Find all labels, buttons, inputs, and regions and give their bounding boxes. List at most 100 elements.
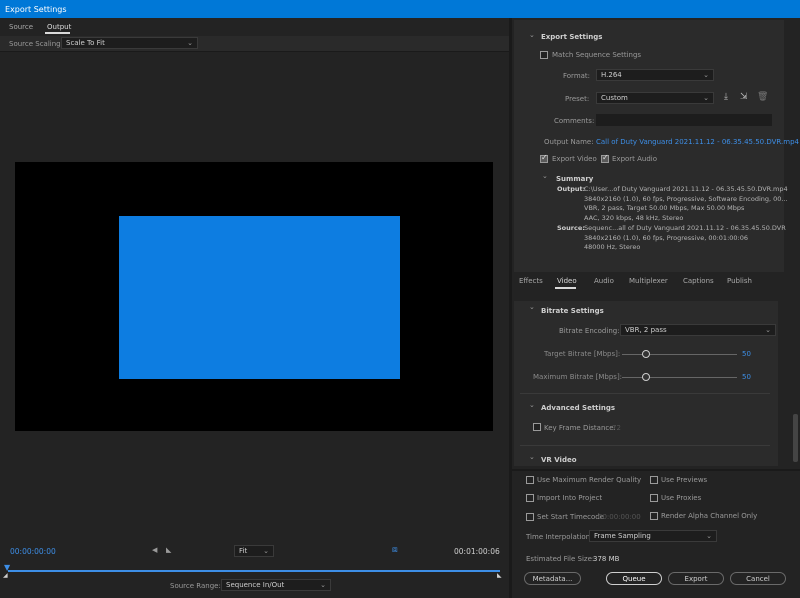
delete-preset-icon[interactable]: 🗑 [757,92,768,102]
export-video-checkbox[interactable] [540,153,548,163]
tab-publish[interactable]: Publish [727,277,752,285]
tab-video-underline [555,287,576,289]
export-audio-checkbox[interactable] [601,153,609,163]
video-settings-panel: ⌄ Bitrate Settings Bitrate Encoding: VBR… [514,301,778,466]
render-alpha-label: Render Alpha Channel Only [661,512,758,520]
summary-output-label: Output: [557,185,586,193]
import-into-project-checkbox[interactable] [526,494,534,502]
export-settings-panel: ⌄ Export Settings Match Sequence Setting… [514,20,799,272]
end-timecode: 00:01:00:06 [454,547,500,556]
collapse-chevron-icon[interactable]: ⌄ [529,453,535,461]
export-button[interactable]: Export [668,572,724,585]
source-range-value: Sequence In/Out [226,581,285,589]
mark-in-icon[interactable]: ◀ [152,546,157,554]
tab-effects[interactable]: Effects [519,277,543,285]
key-frame-value[interactable]: 72 [612,424,621,432]
format-label: Format: [563,72,591,80]
cancel-button[interactable]: Cancel [730,572,786,585]
export-video-label: Export Video [552,155,597,163]
preset-value: Custom [601,94,628,102]
in-point-icon[interactable]: ◢ [3,572,8,579]
zoom-value: Fit [239,547,248,555]
import-preset-icon[interactable]: ⇲ [740,92,748,102]
metadata-button[interactable]: Metadata... [524,572,581,585]
options-divider [512,469,800,471]
advanced-settings-header: Advanced Settings [541,404,616,412]
time-interpolation-label: Time Interpolation: [526,533,593,541]
set-start-timecode-label: Set Start Timecode [537,513,605,521]
match-sequence-checkbox[interactable] [540,51,548,59]
start-timecode-value[interactable]: 00:00:00:00 [598,513,641,521]
time-interpolation-value: Frame Sampling [594,532,651,540]
tab-output[interactable]: Output [47,23,71,31]
tab-audio[interactable]: Audio [594,277,614,285]
mark-out-icon[interactable]: ◣ [166,546,171,554]
set-poster-frame-icon[interactable]: ⧈ [392,545,398,555]
collapse-chevron-icon[interactable]: ⌄ [529,303,535,311]
collapse-chevron-icon[interactable]: ⌄ [529,401,535,409]
use-proxies-label: Use Proxies [661,494,702,502]
bitrate-encoding-value: VBR, 2 pass [625,326,667,334]
max-bitrate-value[interactable]: 50 [742,373,751,381]
render-alpha-checkbox[interactable] [650,512,658,520]
source-scaling-dropdown[interactable]: Scale To Fit ⌄ [61,37,198,49]
tab-source[interactable]: Source [9,23,33,31]
use-previews-label: Use Previews [661,476,708,484]
save-preset-icon[interactable]: ⤓ [724,92,728,102]
summary-header: Summary [556,175,594,183]
target-bitrate-label: Target Bitrate [Mbps]: [544,350,621,358]
max-bitrate-knob[interactable] [642,373,650,381]
source-range-label: Source Range: [170,582,221,590]
collapse-chevron-icon[interactable]: ⌄ [529,31,535,39]
section-divider [520,445,770,446]
export-audio-label: Export Audio [612,155,658,163]
match-sequence-label: Match Sequence Settings [552,51,642,59]
max-render-quality-label: Use Maximum Render Quality [537,476,642,484]
max-bitrate-label: Maximum Bitrate [Mbps]: [533,373,623,381]
target-bitrate-knob[interactable] [642,350,650,358]
max-bitrate-slider[interactable] [622,377,737,378]
comments-input[interactable] [596,114,772,126]
vr-video-header: VR Video [541,456,577,464]
timeline-track[interactable] [8,570,500,572]
zoom-dropdown[interactable]: Fit ⌄ [234,545,274,557]
tab-multiplexer[interactable]: Multiplexer [629,277,668,285]
key-frame-label: Key Frame Distance: [544,424,616,432]
source-scaling-row: Source Scaling: Scale To Fit ⌄ [0,36,509,52]
use-previews-checkbox[interactable] [650,476,658,484]
key-frame-checkbox[interactable] [533,423,541,431]
playhead-icon[interactable]: ▼ [4,563,10,572]
format-value: H.264 [601,71,622,79]
target-bitrate-value[interactable]: 50 [742,350,751,358]
section-divider [520,393,770,394]
bitrate-encoding-label: Bitrate Encoding: [559,327,620,335]
current-timecode[interactable]: 00:00:00:00 [10,547,56,556]
chevron-down-icon: ⌄ [706,532,712,540]
chevron-down-icon: ⌄ [320,581,326,589]
chevron-down-icon: ⌄ [703,94,709,102]
collapse-chevron-icon[interactable]: ⌄ [542,172,548,180]
tab-video[interactable]: Video [557,277,577,285]
out-point-icon[interactable]: ◣ [497,572,502,579]
comments-label: Comments: [554,117,595,125]
tab-captions[interactable]: Captions [683,277,714,285]
settings-scrollbar[interactable] [793,414,798,462]
import-into-project-label: Import Into Project [537,494,603,502]
preset-dropdown[interactable]: Custom ⌄ [596,92,714,104]
bitrate-encoding-dropdown[interactable]: VBR, 2 pass ⌄ [620,324,776,336]
source-range-dropdown[interactable]: Sequence In/Out ⌄ [221,579,331,591]
source-scaling-value: Scale To Fit [66,39,105,47]
max-render-quality-checkbox[interactable] [526,476,534,484]
target-bitrate-slider[interactable] [622,354,737,355]
queue-button[interactable]: Queue [606,572,662,585]
use-proxies-checkbox[interactable] [650,494,658,502]
set-start-timecode-checkbox[interactable] [526,513,534,521]
source-output-tabs: Source Output [0,18,509,34]
source-scaling-label: Source Scaling: [9,40,63,48]
right-panel: ⌄ Export Settings Match Sequence Setting… [512,18,800,598]
time-interpolation-dropdown[interactable]: Frame Sampling ⌄ [589,530,717,542]
preview-content [119,216,400,379]
format-dropdown[interactable]: H.264 ⌄ [596,69,714,81]
window-title: Export Settings [0,0,800,18]
output-name-link[interactable]: Call of Duty Vanguard 2021.11.12 - 06.35… [596,138,799,146]
